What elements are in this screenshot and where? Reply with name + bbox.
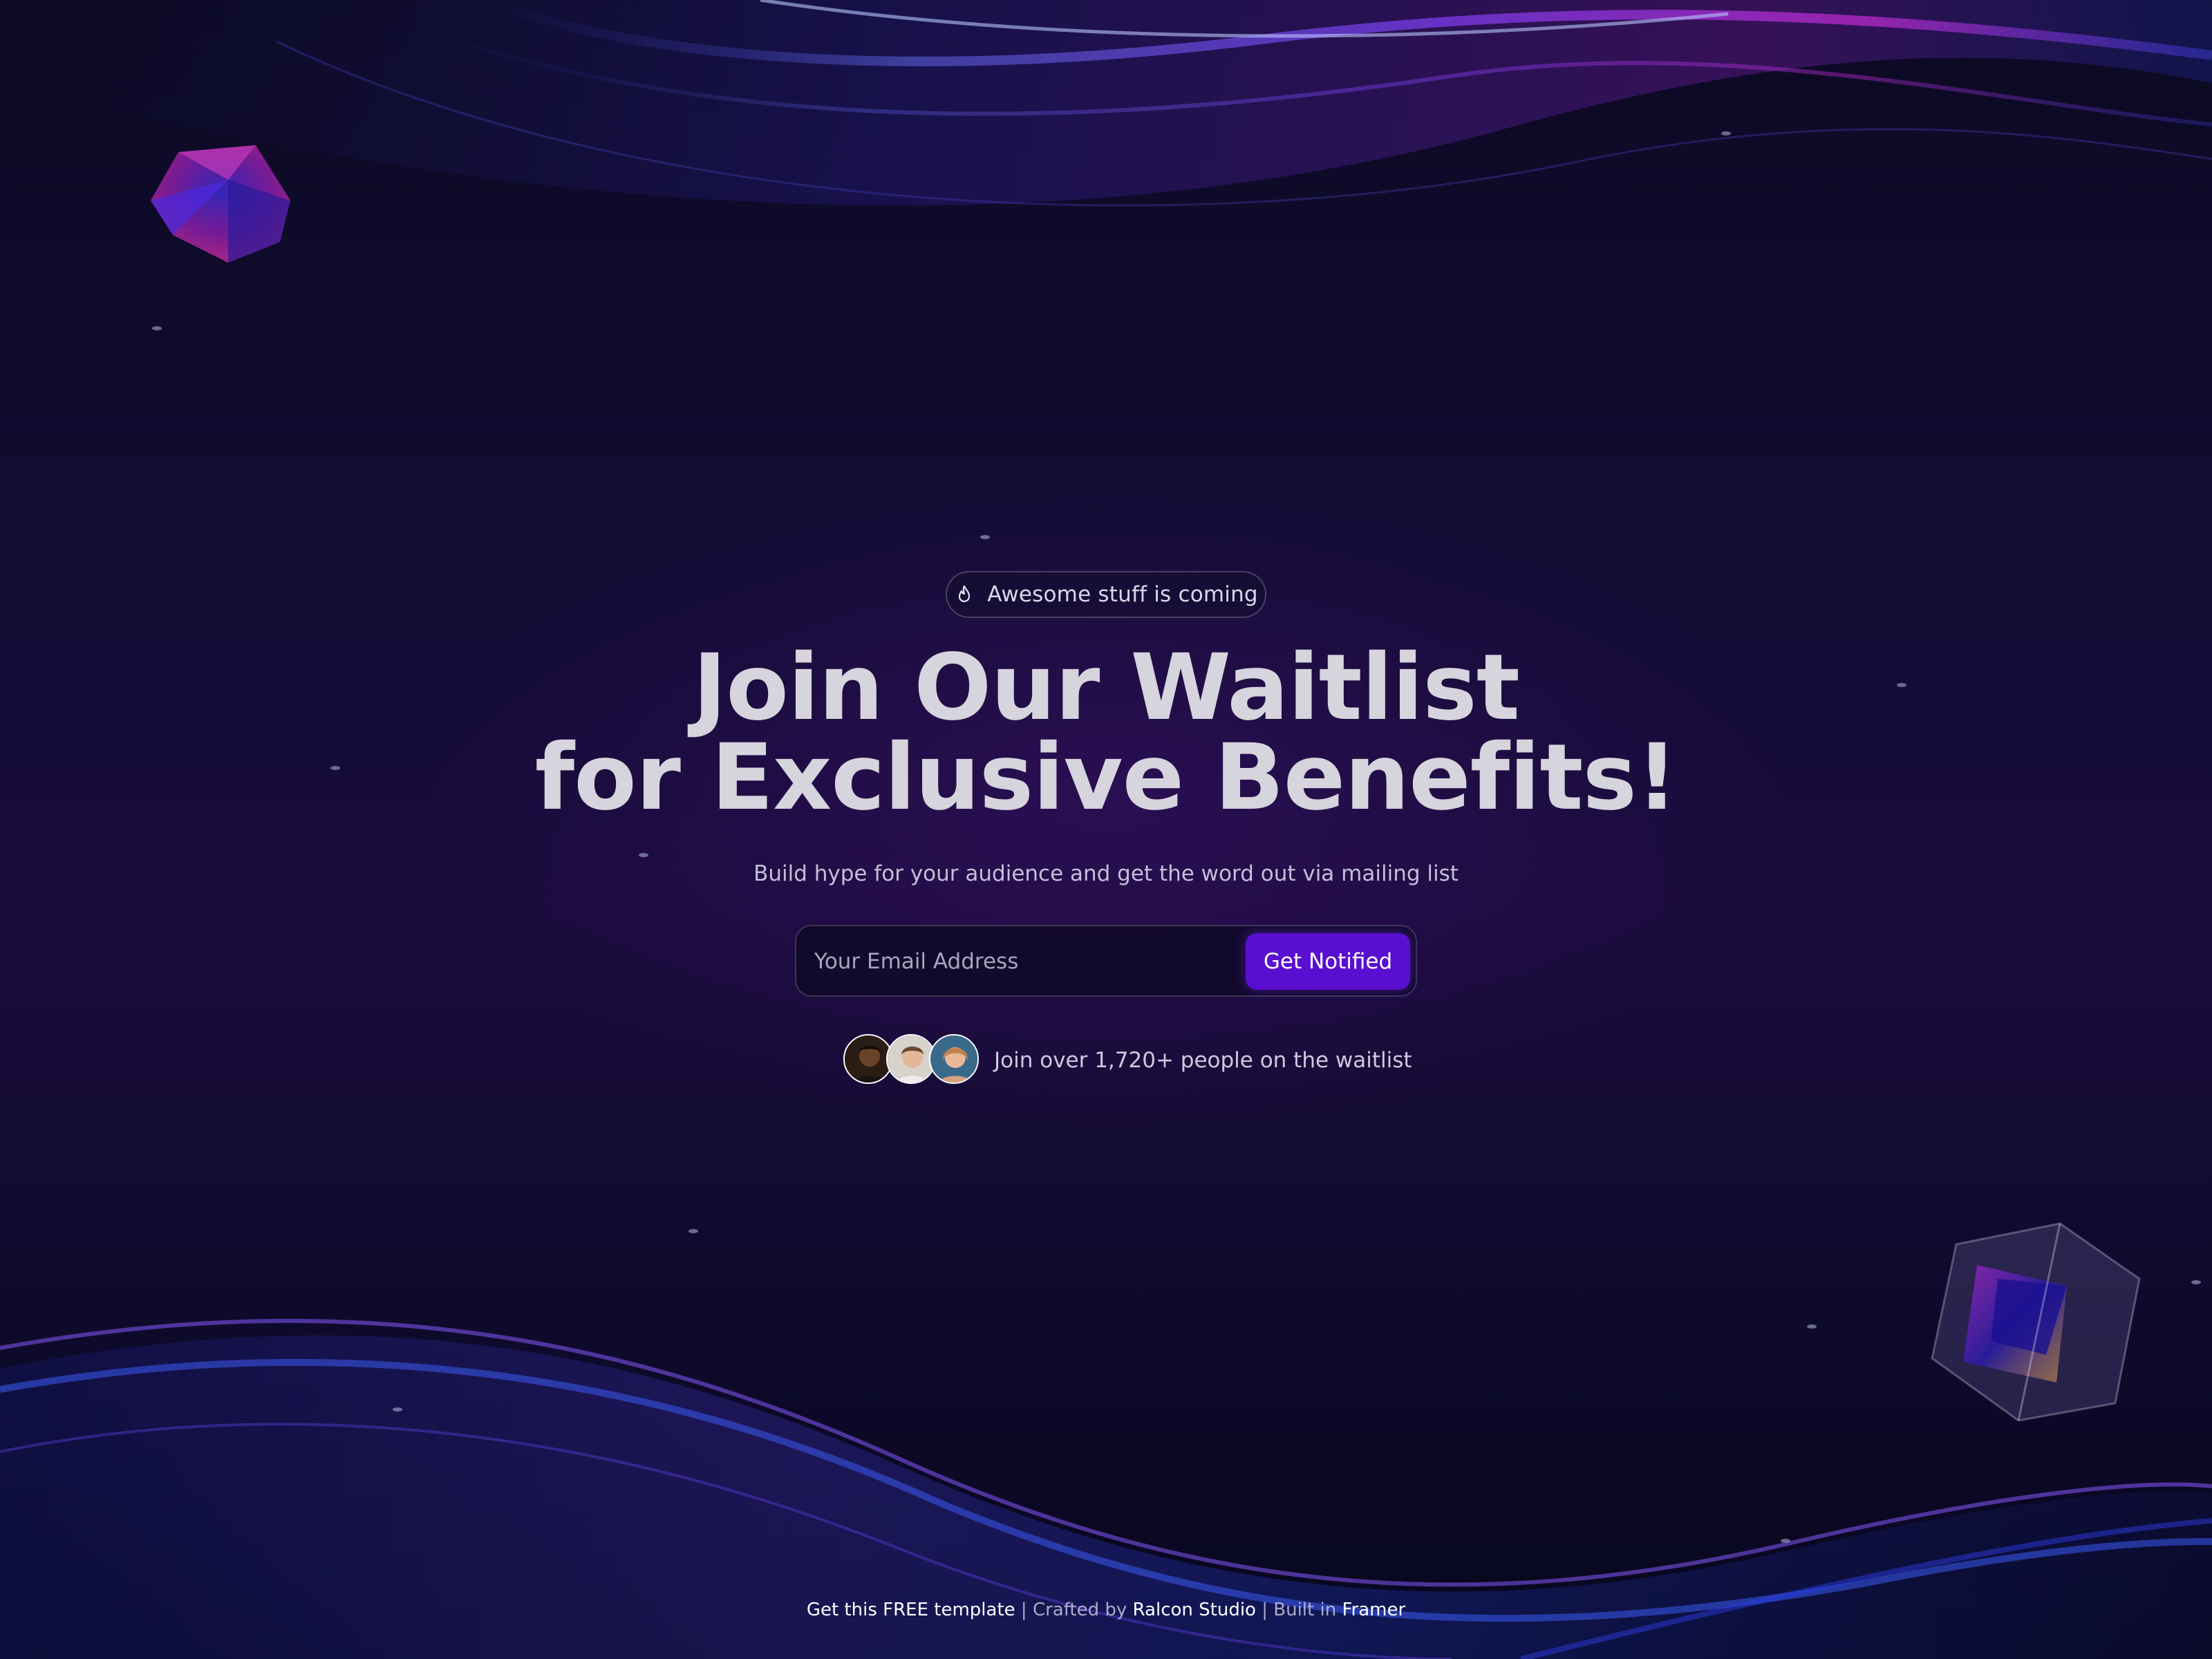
waitlist-form: Get Notified — [795, 925, 1417, 997]
title-line-2: for Exclusive Benefits! — [534, 724, 1678, 831]
star-dot — [1781, 1539, 1790, 1543]
crafted-by-text: Crafted by — [1032, 1600, 1127, 1620]
cube-decoration-right — [1931, 1222, 2141, 1422]
star-dot — [1721, 131, 1731, 135]
badge-text: Awesome stuff is coming — [987, 582, 1258, 607]
announcement-badge: Awesome stuff is coming — [946, 571, 1266, 618]
framer-link[interactable]: Framer — [1342, 1600, 1405, 1620]
free-template-link[interactable]: Get this FREE template — [807, 1600, 1015, 1620]
gem-decoration-left — [151, 145, 290, 263]
avatar-group — [843, 1034, 979, 1087]
social-proof: Join over 1,720+ people on the waitlist — [843, 1033, 1412, 1088]
page-title: Join Our Waitlist for Exclusive Benefits… — [0, 635, 2212, 831]
avatar — [929, 1034, 979, 1084]
star-dot — [980, 535, 990, 539]
footer-separator: | — [1020, 1600, 1027, 1620]
star-dot — [152, 326, 162, 330]
footer: Get this FREE template | Crafted by Ralc… — [0, 1600, 2212, 1620]
waitlist-count-text: Join over 1,720+ people on the waitlist — [994, 1048, 1412, 1073]
page-subtitle: Build hype for your audience and get the… — [753, 861, 1459, 886]
studio-link[interactable]: Ralcon Studio — [1133, 1600, 1256, 1620]
flame-icon — [954, 584, 975, 605]
star-dot — [2191, 1280, 2201, 1284]
star-dot — [393, 1407, 402, 1412]
star-dot — [1807, 1324, 1817, 1329]
get-notified-button[interactable]: Get Notified — [1246, 933, 1410, 990]
email-input[interactable] — [813, 936, 1189, 987]
star-dot — [639, 853, 648, 857]
footer-separator: | — [1262, 1600, 1268, 1620]
built-in-text: Built in — [1273, 1600, 1337, 1620]
star-dot — [688, 1229, 698, 1233]
title-line-1: Join Our Waitlist — [693, 635, 1520, 741]
